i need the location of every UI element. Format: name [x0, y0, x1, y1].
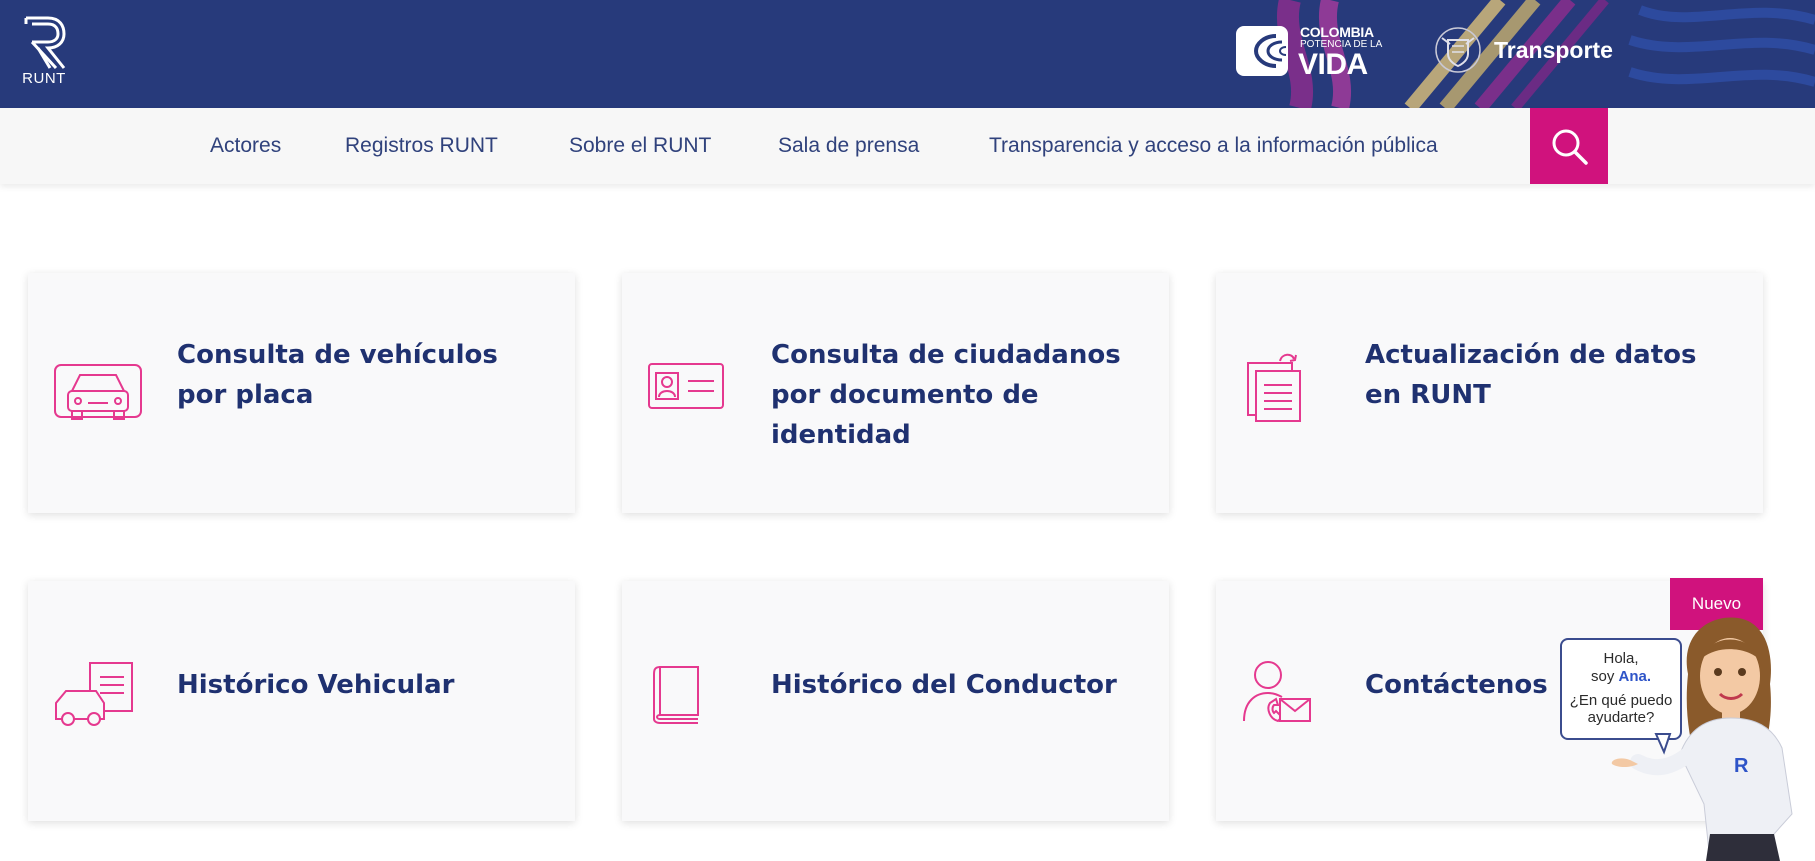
card-historico-conductor[interactable]: Histórico del Conductor — [622, 581, 1169, 821]
virtual-assistant[interactable]: Hola, soy Ana. ¿En qué puedo ayudarte? R — [1560, 614, 1815, 861]
id-card-icon — [648, 363, 724, 409]
search-icon — [1552, 129, 1588, 165]
colombia-text: COLOMBIA — [1300, 24, 1374, 40]
card-actualizacion-datos[interactable]: Actualización de datos en RUNT — [1216, 273, 1763, 513]
vehicle-history-icon — [55, 662, 133, 726]
card-title: Actualización de datos en RUNT — [1365, 340, 1697, 410]
nav-item-transparencia[interactable]: Transparencia y acceso a la información … — [989, 134, 1438, 158]
card-consulta-ciudadanos[interactable]: Consulta de ciudadanos por documento de … — [622, 273, 1169, 513]
nav-item-sala-de-prensa[interactable]: Sala de prensa — [778, 134, 919, 158]
runt-r-icon — [24, 16, 66, 70]
colombia-potencia-logo[interactable]: COLOMBIA POTENCIA DE LA VIDA — [1236, 24, 1382, 81]
card-title: Histórico Vehicular — [177, 670, 455, 700]
card-historico-vehicular[interactable]: Histórico Vehicular — [28, 581, 575, 821]
search-button[interactable] — [1530, 108, 1608, 184]
assistant-avatar-illustration: R — [1611, 617, 1793, 861]
card-title: Consulta de ciudadanos por documento de … — [771, 340, 1121, 450]
card-title: Consulta de vehículos por placa — [177, 340, 498, 410]
runt-logo[interactable]: RUNT — [18, 14, 70, 90]
colombia-wave-icon — [1236, 26, 1288, 76]
contact-icon — [1243, 661, 1311, 723]
vida-text: VIDA — [1298, 48, 1368, 81]
ministry-label: Transporte — [1494, 37, 1613, 63]
logo-text: RUNT — [22, 70, 66, 87]
card-title: Histórico del Conductor — [771, 670, 1117, 700]
svg-text:R: R — [1734, 755, 1749, 777]
card-consulta-vehiculos[interactable]: Consulta de vehículos por placa — [28, 273, 575, 513]
book-icon — [653, 666, 699, 724]
top-header: RUNT COLOMBIA POTENCIA DE LA VIDA Transp… — [0, 0, 1815, 108]
document-refresh-icon — [1247, 353, 1301, 422]
nav-item-sobre-el-runt[interactable]: Sobre el RUNT — [569, 134, 711, 158]
coat-of-arms-icon — [1435, 27, 1481, 73]
nav-item-actores[interactable]: Actores — [210, 134, 281, 158]
nav-item-registros-runt[interactable]: Registros RUNT — [345, 134, 498, 158]
car-icon — [54, 364, 142, 420]
main-nav: Actores Registros RUNT Sobre el RUNT Sal… — [0, 108, 1815, 184]
